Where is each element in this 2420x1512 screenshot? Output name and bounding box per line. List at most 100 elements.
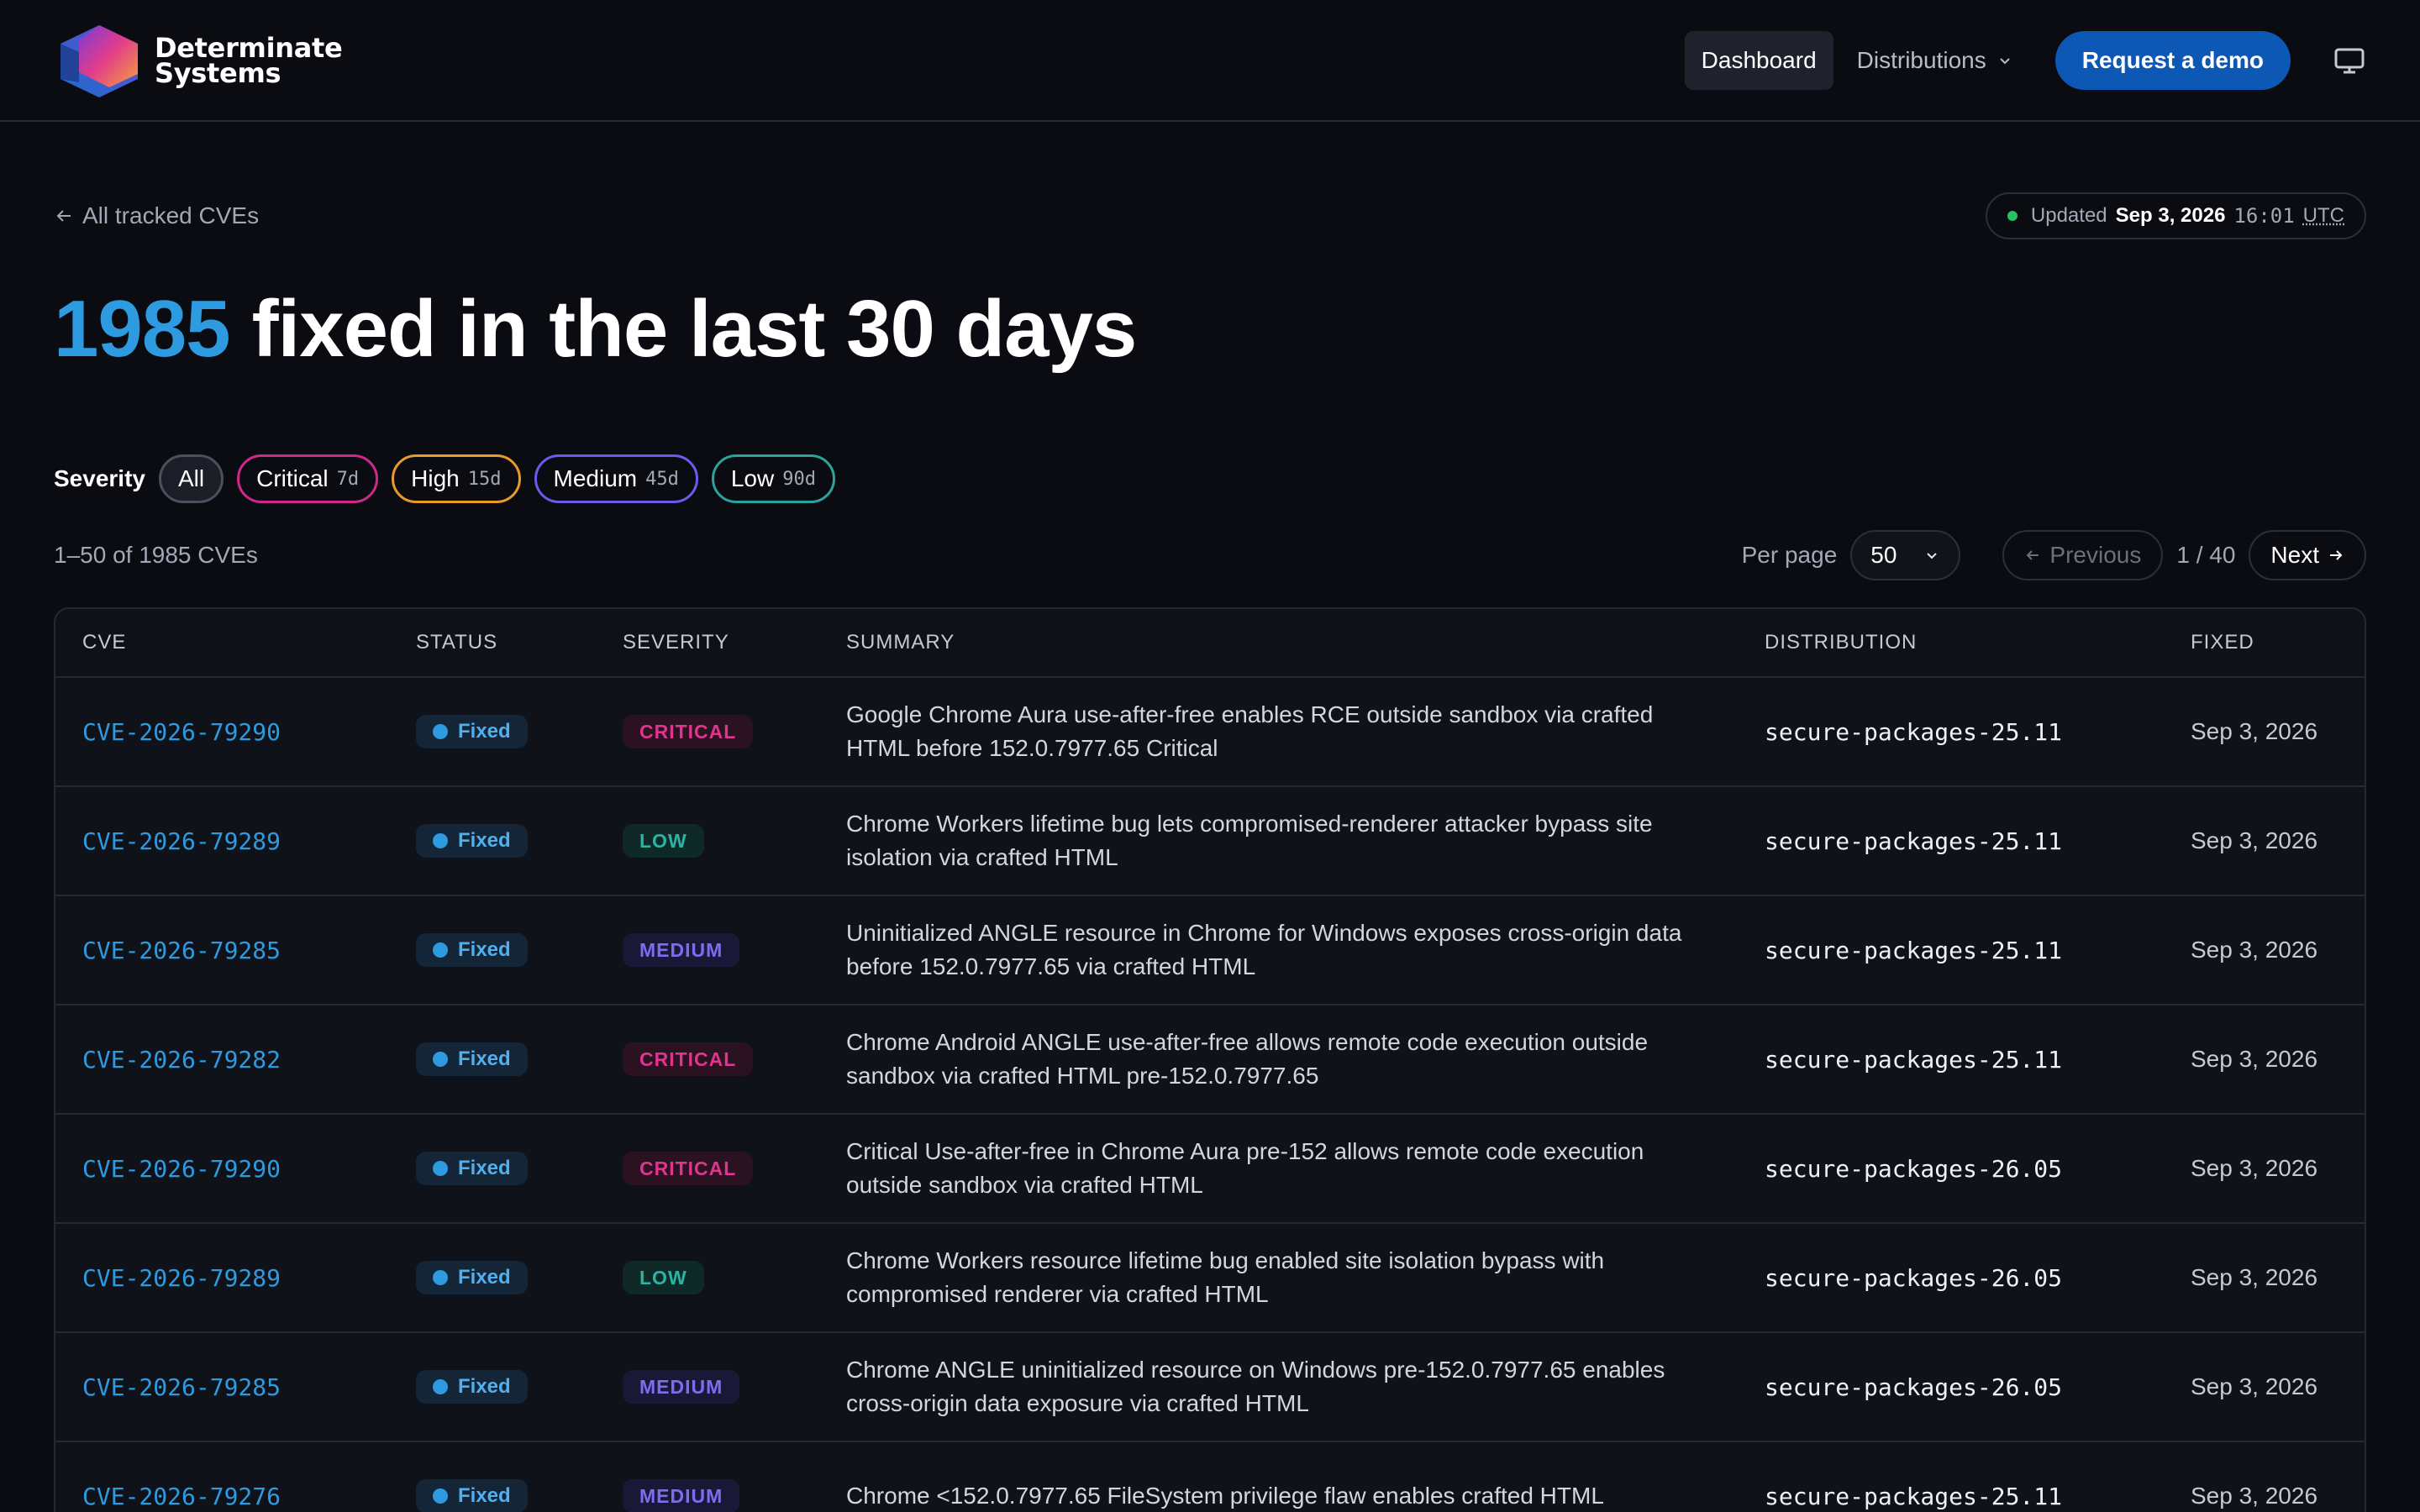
column-header-cve[interactable]: CVE	[55, 631, 389, 654]
cve-link[interactable]: CVE-2026-79285	[82, 1373, 281, 1401]
pagination-bar: 1–50 of 1985 CVEs Per page 50 Previous 1…	[54, 530, 2366, 580]
page-title: 1985 fixed in the last 30 days	[54, 283, 2366, 375]
severity-filter: Severity All Critical 7d High 15d Medium…	[54, 454, 2366, 503]
table-row[interactable]: CVE-2026-79289 Fixed LOW Chrome Workers …	[55, 1224, 2365, 1333]
arrow-left-icon	[54, 206, 74, 226]
cell-severity: CRITICAL	[596, 1152, 819, 1185]
status-dot-icon	[433, 942, 448, 958]
severity-badge: LOW	[623, 1261, 704, 1294]
status-badge: Fixed	[416, 1370, 528, 1404]
brand-line-2: Systems	[155, 60, 342, 86]
status-dot-icon	[433, 1161, 448, 1176]
nav-distributions-dropdown[interactable]: Distributions	[1857, 47, 2013, 74]
cve-link[interactable]: CVE-2026-79285	[82, 937, 281, 964]
chip-days: 15d	[468, 469, 502, 490]
updated-label: Updated	[2031, 204, 2107, 228]
status-label: Fixed	[458, 1047, 511, 1071]
severity-badge: MEDIUM	[623, 1370, 739, 1404]
nav-dashboard[interactable]: Dashboard	[1685, 31, 1833, 90]
table-row[interactable]: CVE-2026-79285 Fixed MEDIUM Chrome ANGLE…	[55, 1333, 2365, 1442]
brand-logo-link[interactable]: Determinate Systems	[54, 24, 342, 97]
cve-link[interactable]: CVE-2026-79282	[82, 1046, 281, 1074]
fixed-count: 1985	[54, 284, 230, 374]
chip-label: High	[411, 465, 460, 492]
cell-distribution: secure-packages-25.11	[1738, 1046, 2164, 1074]
chip-days: 90d	[782, 469, 816, 490]
status-dot-icon	[433, 833, 448, 848]
cell-summary: Chrome Android ANGLE use-after-free allo…	[819, 1026, 1738, 1093]
status-dot-icon	[2007, 211, 2018, 221]
table-row[interactable]: CVE-2026-79276 Fixed MEDIUM Chrome <152.…	[55, 1442, 2365, 1512]
severity-chip-all[interactable]: All	[159, 454, 224, 503]
back-to-all-cves-link[interactable]: All tracked CVEs	[54, 202, 259, 229]
cell-cve: CVE-2026-79290	[55, 1155, 389, 1183]
page-indicator: 1 / 40	[2176, 542, 2235, 569]
cve-link[interactable]: CVE-2026-79276	[82, 1483, 281, 1510]
cell-cve: CVE-2026-79285	[55, 937, 389, 964]
status-dot-icon	[433, 724, 448, 739]
cell-fixed-date: Sep 3, 2026	[2164, 1373, 2365, 1400]
cve-link[interactable]: CVE-2026-79289	[82, 827, 281, 855]
status-dot-icon	[433, 1379, 448, 1394]
brand-line-1: Determinate	[155, 35, 342, 60]
chip-label: All	[178, 465, 204, 492]
chip-label: Low	[731, 465, 774, 492]
table-row[interactable]: CVE-2026-79290 Fixed CRITICAL Critical U…	[55, 1115, 2365, 1224]
cell-cve: CVE-2026-79289	[55, 1264, 389, 1292]
updated-date: Sep 3, 2026	[2116, 204, 2226, 228]
severity-badge: CRITICAL	[623, 1152, 753, 1185]
cell-distribution: secure-packages-26.05	[1738, 1373, 2164, 1401]
sub-header-bar: All tracked CVEs Updated Sep 3, 2026 16:…	[54, 192, 2366, 239]
cell-severity: LOW	[596, 824, 819, 858]
severity-chip-low[interactable]: Low 90d	[712, 454, 835, 503]
chevron-down-icon	[1996, 52, 2013, 69]
column-header-summary[interactable]: SUMMARY	[819, 631, 1738, 654]
updated-time: 16:01	[2233, 204, 2294, 228]
cell-fixed-date: Sep 3, 2026	[2164, 1046, 2365, 1073]
monitor-icon[interactable]	[2333, 44, 2366, 77]
pager-controls: Per page 50 Previous 1 / 40 Next	[1742, 530, 2366, 580]
cell-status: Fixed	[389, 1261, 596, 1294]
status-label: Fixed	[458, 720, 511, 743]
severity-chip-high[interactable]: High 15d	[392, 454, 520, 503]
status-dot-icon	[433, 1270, 448, 1285]
status-dot-icon	[433, 1488, 448, 1504]
cell-status: Fixed	[389, 1370, 596, 1404]
status-label: Fixed	[458, 1266, 511, 1289]
cell-status: Fixed	[389, 715, 596, 748]
status-badge: Fixed	[416, 1152, 528, 1185]
cell-distribution: secure-packages-25.11	[1738, 718, 2164, 746]
severity-chip-medium[interactable]: Medium 45d	[534, 454, 698, 503]
next-page-button[interactable]: Next	[2249, 530, 2366, 580]
next-label: Next	[2270, 542, 2319, 569]
cell-cve: CVE-2026-79289	[55, 827, 389, 855]
column-header-status[interactable]: STATUS	[389, 631, 596, 654]
table-row[interactable]: CVE-2026-79285 Fixed MEDIUM Uninitialize…	[55, 896, 2365, 1005]
severity-chip-critical[interactable]: Critical 7d	[237, 454, 378, 503]
request-demo-button[interactable]: Request a demo	[2055, 31, 2291, 90]
chevron-down-icon	[1923, 547, 1940, 564]
chip-label: Critical	[256, 465, 329, 492]
cve-link[interactable]: CVE-2026-79289	[82, 1264, 281, 1292]
title-text: fixed in the last 30 days	[252, 284, 1137, 374]
table-row[interactable]: CVE-2026-79290 Fixed CRITICAL Google Chr…	[55, 678, 2365, 787]
cell-status: Fixed	[389, 824, 596, 858]
status-label: Fixed	[458, 938, 511, 962]
cell-distribution: secure-packages-25.11	[1738, 937, 2164, 964]
column-header-distribution[interactable]: DISTRIBUTION	[1738, 631, 2164, 654]
previous-page-button[interactable]: Previous	[2002, 530, 2163, 580]
cve-link[interactable]: CVE-2026-79290	[82, 1155, 281, 1183]
cell-cve: CVE-2026-79285	[55, 1373, 389, 1401]
nav-distributions-label: Distributions	[1857, 47, 1986, 74]
per-page-select[interactable]: 50	[1850, 530, 1960, 580]
column-header-severity[interactable]: SEVERITY	[596, 631, 819, 654]
chip-days: 7d	[337, 469, 360, 490]
arrow-left-icon	[2024, 547, 2041, 564]
status-badge: Fixed	[416, 715, 528, 748]
severity-badge: LOW	[623, 824, 704, 858]
brand-name: Determinate Systems	[155, 35, 342, 86]
table-row[interactable]: CVE-2026-79289 Fixed LOW Chrome Workers …	[55, 787, 2365, 896]
cve-link[interactable]: CVE-2026-79290	[82, 718, 281, 746]
column-header-fixed[interactable]: FIXED	[2164, 631, 2365, 654]
table-row[interactable]: CVE-2026-79282 Fixed CRITICAL Chrome And…	[55, 1005, 2365, 1115]
